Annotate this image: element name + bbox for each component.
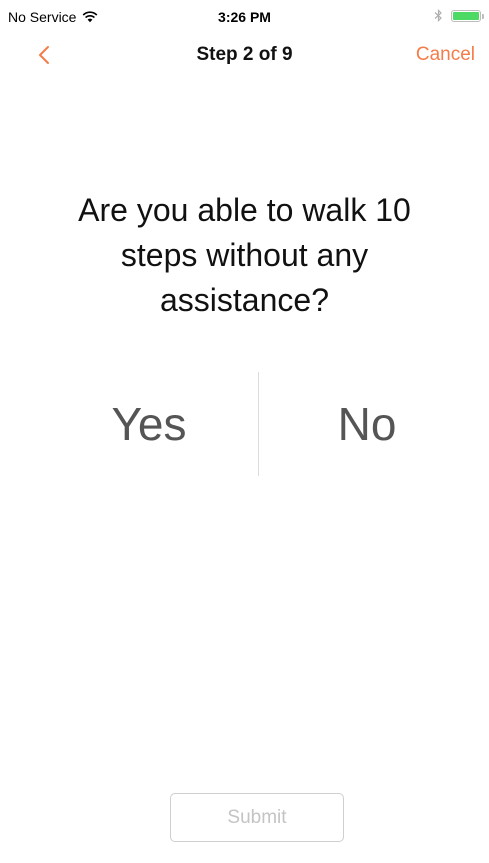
no-option-button[interactable]: No xyxy=(258,372,476,476)
battery-fill xyxy=(453,11,479,20)
question-text: Are you able to walk 10 steps without an… xyxy=(78,192,411,318)
answer-options: Yes No xyxy=(40,372,476,476)
nav-bar: Step 2 of 9 Cancel xyxy=(0,36,489,76)
status-bar: No Service 3:26 PM xyxy=(0,0,489,36)
submit-button[interactable]: Submit xyxy=(170,793,344,842)
bluetooth-icon xyxy=(434,9,443,22)
battery-cap xyxy=(482,13,484,19)
status-right xyxy=(434,9,484,22)
status-time: 3:26 PM xyxy=(218,9,271,25)
yes-option-button[interactable]: Yes xyxy=(40,372,258,476)
cancel-button[interactable]: Cancel xyxy=(416,44,475,66)
battery-icon xyxy=(451,9,484,22)
